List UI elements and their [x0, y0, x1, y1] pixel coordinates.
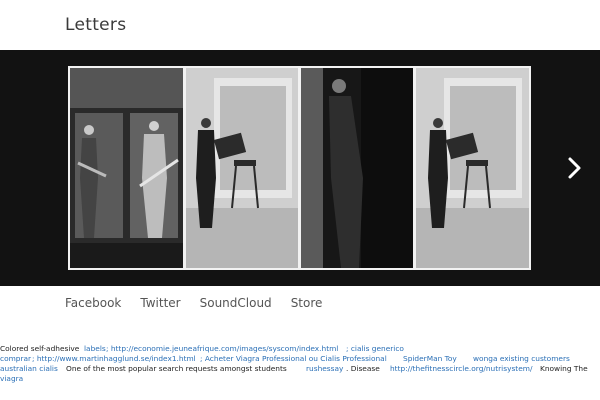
footer-link[interactable]: http://thefitnesscircle.org/nutrisystem/	[390, 364, 532, 374]
footer-text: Knowing The	[540, 364, 588, 373]
footer-link[interactable]: ; Acheter Viagra Professional ou Cialis …	[200, 354, 387, 364]
footer-text: Colored self-adhesive	[0, 344, 80, 353]
footer-link[interactable]: wonga existing customers	[473, 354, 570, 364]
footer-line: Colored self-adhesive labels ; http://ec…	[0, 344, 600, 354]
slide-strip	[68, 66, 531, 270]
slide-photo-doorway[interactable]	[301, 68, 413, 268]
footer-link[interactable]: ; http://www.martinhagglund.se/index1.ht…	[32, 354, 196, 364]
slide-photo-band[interactable]	[70, 68, 183, 268]
footer-link[interactable]: SpiderMan Toy	[403, 354, 457, 364]
footer-text-block: Colored self-adhesive labels ; http://ec…	[0, 344, 600, 384]
slide-photo-sign[interactable]	[186, 68, 298, 268]
footer-link[interactable]: labels	[84, 344, 106, 354]
footer-link[interactable]: comprar	[0, 354, 31, 364]
footer-text: One of the most popular search requests …	[66, 364, 287, 373]
footer-line: comprar ; http://www.martinhagglund.se/i…	[0, 354, 600, 364]
footer-line: viagra	[0, 374, 600, 384]
nav-item-soundcloud[interactable]: SoundCloud	[200, 296, 272, 310]
nav-item-facebook[interactable]: Facebook	[65, 296, 121, 310]
footer-link[interactable]: rushessay	[306, 364, 343, 374]
chevron-right-icon[interactable]	[566, 156, 582, 180]
image-slider	[0, 50, 600, 286]
main-nav: Facebook Twitter SoundCloud Store	[65, 296, 341, 310]
nav-item-twitter[interactable]: Twitter	[140, 296, 180, 310]
slide-photo-sign-repeat[interactable]	[416, 68, 529, 268]
footer-line: australian cialis One of the most popula…	[0, 364, 600, 374]
footer-link[interactable]: ; http://economie.jeuneafrique.com/image…	[106, 344, 338, 354]
footer-link[interactable]: ; cialis generico	[346, 344, 404, 354]
nav-item-store[interactable]: Store	[291, 296, 323, 310]
site-title[interactable]: Letters	[65, 15, 126, 35]
footer-text: . Disease	[346, 364, 380, 373]
footer-link[interactable]: australian cialis	[0, 364, 58, 374]
footer-link[interactable]: viagra	[0, 374, 23, 384]
